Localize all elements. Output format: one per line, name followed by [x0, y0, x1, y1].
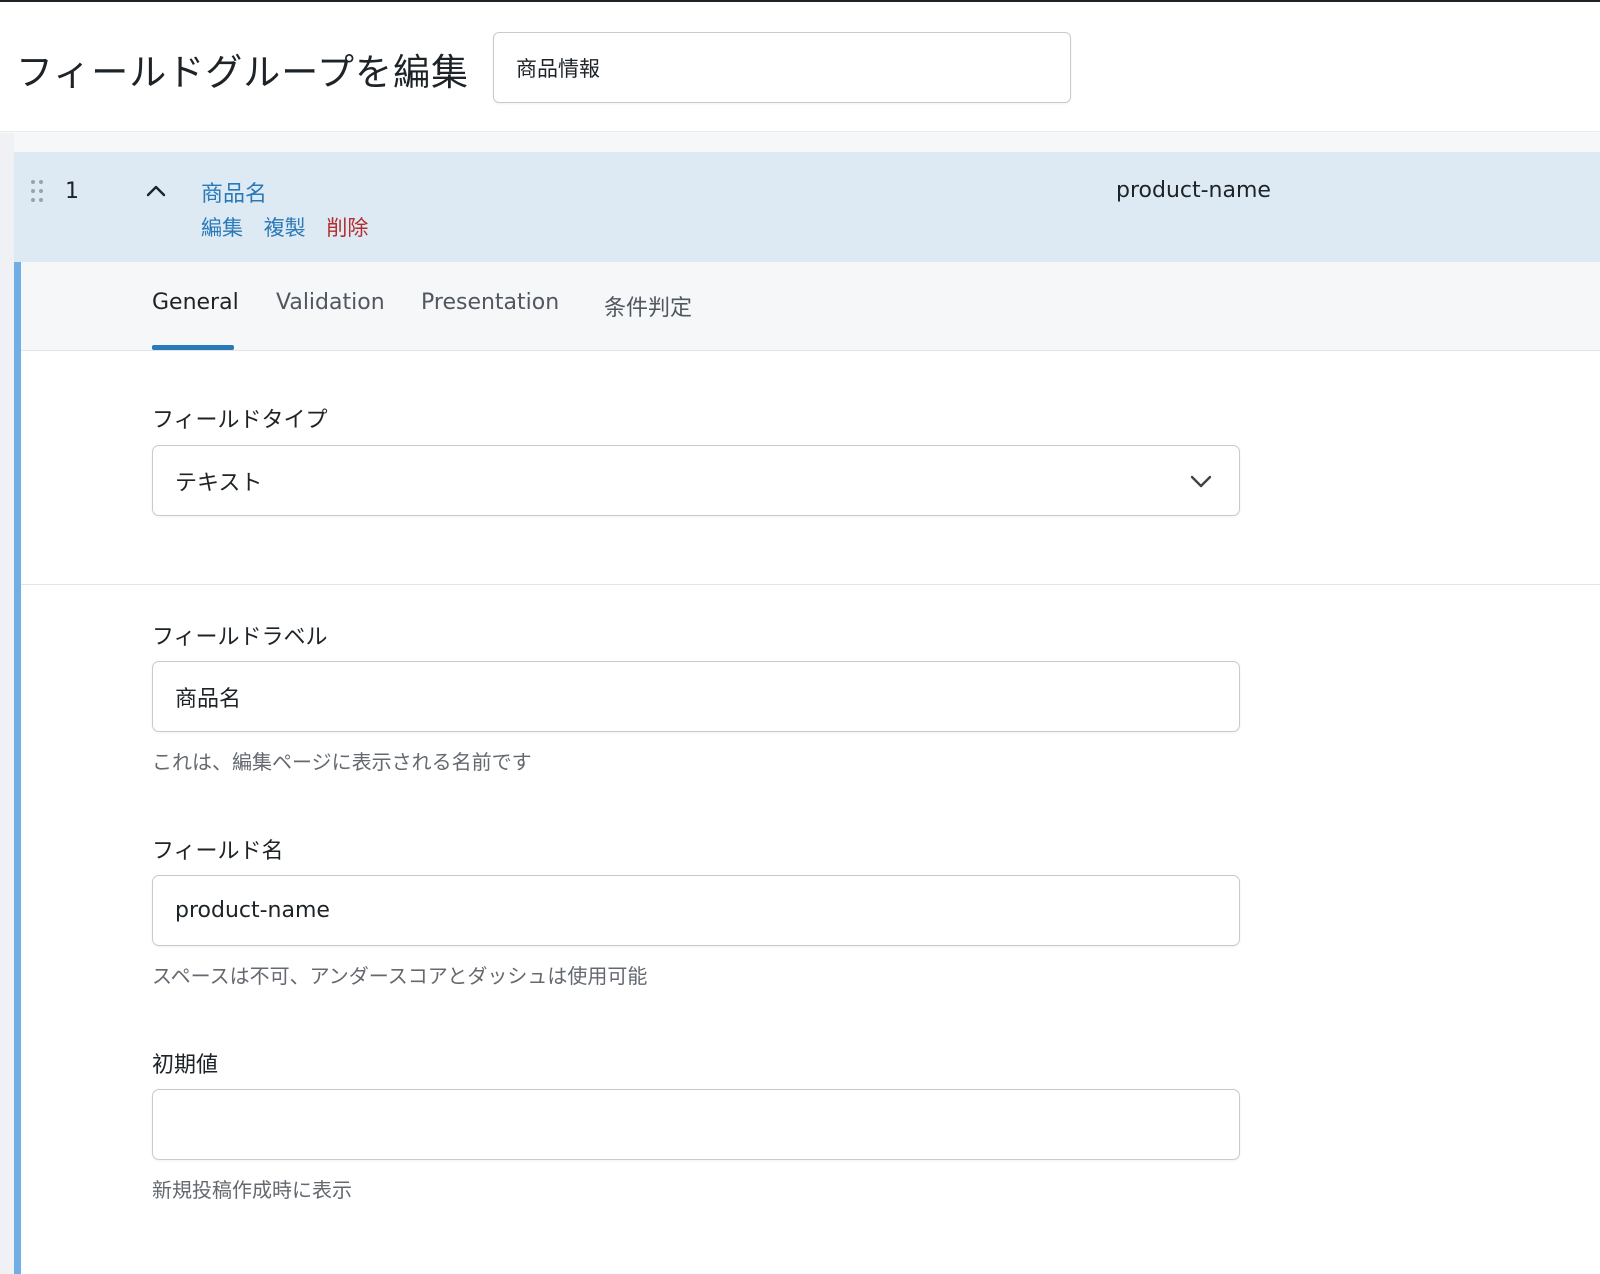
- chevron-up-icon[interactable]: [145, 180, 167, 202]
- field-row[interactable]: 1 商品名 編集 複製 削除 product-name: [14, 152, 1600, 262]
- tab-conditional-logic[interactable]: 条件判定: [604, 290, 692, 322]
- field-label-label: フィールドラベル: [152, 625, 328, 650]
- tab-general[interactable]: General: [152, 290, 239, 315]
- field-name-column: product-name: [1116, 178, 1271, 203]
- field-label-input[interactable]: [152, 661, 1240, 732]
- field-type-selected-value: テキスト: [175, 470, 263, 496]
- row-actions: 編集 複製 削除: [201, 212, 382, 242]
- left-gutter: [0, 133, 14, 1274]
- section-divider: [21, 584, 1600, 585]
- drag-handle-icon[interactable]: [31, 180, 45, 204]
- duplicate-link[interactable]: 複製: [264, 216, 306, 240]
- delete-link[interactable]: 削除: [326, 216, 368, 240]
- page-header: フィールドグループを編集: [0, 2, 1600, 132]
- default-value-help: 新規投稿作成時に表示: [152, 1178, 352, 1202]
- active-tab-indicator: [152, 345, 234, 350]
- default-value-label: 初期値: [152, 1053, 219, 1078]
- field-order-number: 1: [65, 179, 79, 204]
- default-value-input[interactable]: [152, 1089, 1240, 1160]
- field-label-help: これは、編集ページに表示される名前です: [152, 750, 532, 774]
- chevron-down-icon: [1190, 475, 1212, 488]
- field-name-input[interactable]: [152, 875, 1240, 946]
- field-type-select[interactable]: テキスト: [152, 445, 1240, 516]
- field-type-label: フィールドタイプ: [152, 408, 328, 433]
- field-name-label: フィールド名: [152, 839, 284, 864]
- tab-presentation[interactable]: Presentation: [421, 290, 559, 315]
- tab-validation[interactable]: Validation: [276, 290, 385, 315]
- edit-link[interactable]: 編集: [201, 216, 243, 240]
- field-group-title-input[interactable]: [493, 32, 1071, 103]
- settings-tabs: General Validation Presentation 条件判定: [21, 262, 1600, 351]
- field-label-link[interactable]: 商品名: [201, 176, 267, 208]
- field-name-help: スペースは不可、アンダースコアとダッシュは使用可能: [152, 964, 648, 988]
- page-title: フィールドグループを編集: [16, 51, 470, 94]
- field-settings-panel: General Validation Presentation 条件判定 フィー…: [14, 262, 1600, 1274]
